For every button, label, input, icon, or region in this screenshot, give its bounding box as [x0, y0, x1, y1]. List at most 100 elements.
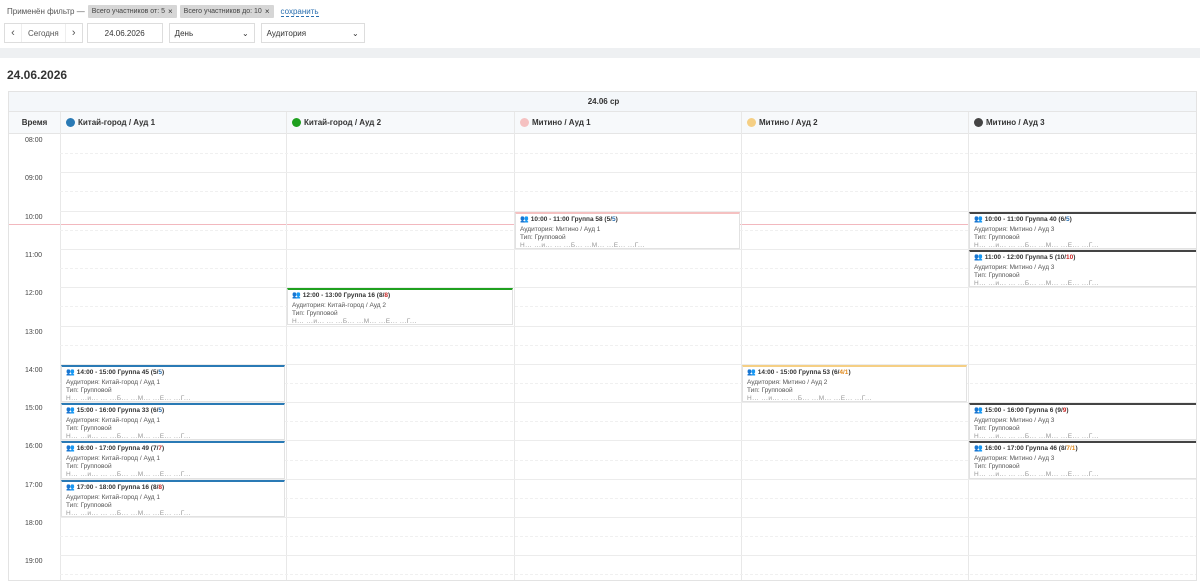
hour-label: 17:00 — [25, 481, 43, 489]
people-icon: 👥 — [974, 407, 983, 415]
view-select[interactable]: День ⌄ — [168, 23, 255, 43]
event-title: 👥 10:00 - 11:00 Группа 40 (6/5) — [974, 216, 1192, 224]
hour-label: 14:00 — [25, 366, 43, 374]
calendar-event[interactable]: 👥 14:00 - 15:00 Группа 45 (5/5) Аудитория:… — [61, 364, 285, 403]
event-capacity: 4/1 — [839, 368, 849, 376]
half-hour-gridline — [60, 153, 1196, 155]
people-icon: 👥 — [747, 368, 756, 376]
filter-row: Применён фильтр — Всего участников от: 5… — [7, 5, 319, 18]
event-room: Аудитория: Митино / Ауд 1 — [520, 225, 601, 233]
column-divider — [286, 112, 287, 580]
group-select[interactable]: Аудитория ⌄ — [260, 23, 365, 43]
event-paren: ) — [162, 368, 165, 376]
people-icon: 👥 — [66, 445, 75, 453]
event-type: Тип: Групповой — [974, 463, 1020, 471]
resource-name: Китай-город / Ауд 1 — [78, 118, 156, 127]
event-title: 👥 14:00 - 15:00 Группа 53 (6/4/1) — [747, 369, 962, 377]
resource-color-icon — [292, 118, 301, 127]
today-button[interactable]: Сегодня — [21, 24, 66, 42]
event-type: Тип: Групповой — [66, 425, 112, 433]
calendar-event[interactable]: 👥 12:00 - 13:00 Группа 16 (8/8) Аудитория:… — [287, 288, 513, 326]
event-paren: ) — [388, 292, 391, 300]
close-icon[interactable]: × — [265, 7, 270, 16]
resource-name: Китай-город / Ауд 2 — [304, 118, 382, 127]
filter-chip-min[interactable]: Всего участников от: 5 × — [87, 5, 177, 18]
hour-gridline — [60, 325, 1196, 327]
hour-label: 10:00 — [25, 213, 43, 221]
calendar-event[interactable]: 👥 16:00 - 17:00 Группа 49 (7/7) Аудитория:… — [61, 441, 285, 479]
event-title: 👥 12:00 - 13:00 Группа 16 (8/8) — [292, 292, 508, 300]
calendar-event[interactable]: 👥 11:00 - 12:00 Группа 5 (10/10) Аудитория… — [969, 249, 1196, 288]
hour-label: 15:00 — [25, 405, 43, 413]
calendar-event[interactable]: 👥 10:00 - 11:00 Группа 58 (5/5) Аудитория:… — [515, 211, 740, 249]
resource-header: Митино / Ауд 2 — [741, 112, 968, 134]
group-select-value: Аудитория — [266, 28, 307, 38]
hour-label: 08:00 — [25, 137, 43, 144]
half-hour-gridline — [60, 306, 1196, 308]
event-type: Тип: Групповой — [520, 233, 566, 241]
time-column-header: Время — [9, 112, 60, 134]
calendar-event[interactable]: 👥 14:00 - 15:00 Группа 53 (6/4/1) Аудитори… — [742, 364, 967, 403]
chevron-down-icon: ⌄ — [241, 28, 249, 38]
event-paren: ) — [1075, 445, 1078, 453]
calendar-event[interactable]: 👥 17:00 - 18:00 Группа 16 (8/8) Аудитория:… — [61, 479, 285, 517]
page-title: 24.06.2026 — [7, 68, 68, 82]
event-details: Н... ...и... ... ...Б... ...М... ...Е...… — [974, 471, 1099, 479]
save-filter-link[interactable]: сохранить — [280, 7, 319, 17]
event-time-group: 17:00 - 18:00 Группа 16 (8/ — [76, 483, 159, 491]
event-paren: ) — [848, 368, 851, 376]
resource-header: Китай-город / Ауд 2 — [286, 112, 514, 134]
event-title: 👥 14:00 - 15:00 Группа 45 (5/5) — [66, 369, 280, 377]
column-divider — [741, 112, 742, 580]
event-details: Н... ...и... ... ...Б... ...М... ...Е...… — [66, 471, 191, 479]
half-hour-gridline — [60, 344, 1196, 346]
filter-chip-max[interactable]: Всего участников до: 10 × — [179, 5, 274, 18]
event-room: Аудитория: Китай-город / Ауд 1 — [66, 417, 160, 425]
column-divider — [968, 112, 969, 580]
event-details: Н... ...и... ... ...Б... ...М... ...Е...… — [66, 509, 191, 517]
hour-label: 19:00 — [25, 558, 43, 566]
event-type: Тип: Групповой — [974, 271, 1020, 279]
top-toolbar: Применён фильтр — Всего участников от: 5… — [0, 0, 1200, 48]
column-divider — [514, 112, 515, 580]
chevron-right-icon[interactable]: › — [66, 24, 82, 42]
event-title: 👥 17:00 - 18:00 Группа 16 (8/8) — [66, 484, 280, 492]
resource-name: Митино / Ауд 2 — [759, 118, 818, 127]
event-title: 👥 10:00 - 11:00 Группа 58 (5/5) — [520, 216, 735, 224]
calendar: 24.06 ср Время Китай-город / Ауд 1 Китай-… — [8, 91, 1197, 581]
hour-label: 18:00 — [25, 520, 43, 527]
event-time-group: 14:00 - 15:00 Группа 45 (5/ — [76, 368, 159, 376]
event-room: Аудитория: Митино / Ауд 3 — [974, 263, 1055, 271]
hour-label: 11:00 — [25, 251, 42, 259]
event-details: Н... ...и... ... ...Б... ...М... ...Е...… — [66, 394, 191, 402]
event-room: Аудитория: Митино / Ауд 3 — [974, 225, 1055, 233]
people-icon: 👥 — [974, 253, 983, 261]
chevron-down-icon: ⌄ — [351, 28, 359, 38]
calendar-event[interactable]: 👥 15:00 - 16:00 Группа 6 (9/9) Аудитория: … — [969, 403, 1196, 441]
view-select-value: День — [174, 28, 194, 38]
filter-label: Применён фильтр — — [7, 7, 85, 16]
hour-label: 16:00 — [25, 443, 43, 451]
chevron-left-icon[interactable]: ‹ — [5, 24, 21, 42]
event-time-group: 15:00 - 16:00 Группа 33 (6/ — [76, 407, 159, 415]
hour-gridline — [60, 517, 1196, 518]
event-capacity: 10 — [1066, 253, 1074, 261]
date-nav: ‹ Сегодня › — [4, 23, 83, 43]
resource-name: Митино / Ауд 1 — [532, 118, 591, 127]
people-icon: 👥 — [520, 215, 529, 223]
resource-color-icon — [66, 118, 75, 127]
calendar-event[interactable]: 👥 10:00 - 11:00 Группа 40 (6/5) Аудитория:… — [969, 211, 1196, 249]
calendar-event[interactable]: 👥 15:00 - 16:00 Группа 33 (6/5) Аудитория:… — [61, 403, 285, 441]
calendar-event[interactable]: 👥 16:00 - 17:00 Группа 46 (8/7/1) Аудитори… — [969, 441, 1196, 479]
event-title: 👥 15:00 - 16:00 Группа 33 (6/5) — [66, 407, 280, 415]
event-details: Н... ...и... ... ...Б... ...М... ...Е...… — [974, 241, 1099, 249]
people-icon: 👥 — [292, 292, 301, 300]
hour-gridline — [60, 555, 1196, 557]
separator — [0, 48, 1200, 58]
resource-name: Митино / Ауд 3 — [986, 118, 1045, 127]
event-details: Н... ...и... ... ...Б... ...М... ...Е...… — [520, 241, 645, 249]
close-icon[interactable]: × — [168, 7, 173, 16]
event-paren: ) — [615, 215, 618, 223]
event-type: Тип: Групповой — [747, 386, 793, 394]
date-input[interactable]: 24.06.2026 — [86, 23, 163, 43]
